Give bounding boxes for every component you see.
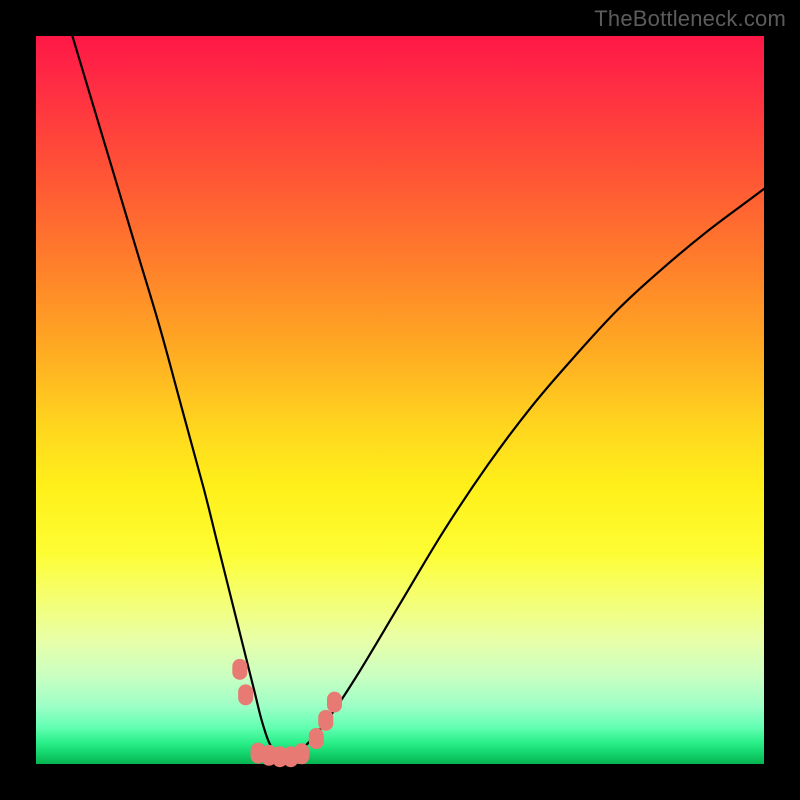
watermark-text: TheBottleneck.com <box>594 6 786 32</box>
bottleneck-curve <box>72 36 764 757</box>
curve-marker <box>319 710 333 730</box>
chart-svg <box>36 36 764 764</box>
chart-frame: TheBottleneck.com <box>0 0 800 800</box>
plot-area <box>36 36 764 764</box>
curve-marker <box>239 685 253 705</box>
curve-marker <box>327 692 341 712</box>
curve-path <box>72 36 764 757</box>
curve-markers <box>233 659 342 766</box>
curve-marker <box>233 659 247 679</box>
curve-marker <box>295 744 309 764</box>
curve-marker <box>309 729 323 749</box>
